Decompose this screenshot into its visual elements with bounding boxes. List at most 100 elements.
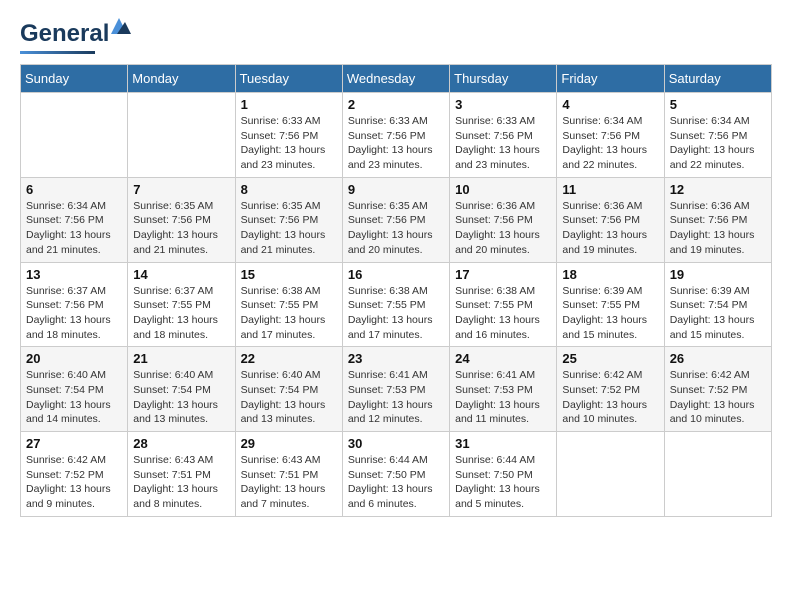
day-info: Sunrise: 6:33 AMSunset: 7:56 PMDaylight:…	[241, 114, 337, 173]
day-number: 2	[348, 97, 444, 112]
calendar-cell: 29Sunrise: 6:43 AMSunset: 7:51 PMDayligh…	[235, 432, 342, 517]
day-info: Sunrise: 6:33 AMSunset: 7:56 PMDaylight:…	[348, 114, 444, 173]
calendar-cell: 17 Sunrise: 6:38 AMSunset: 7:55 PMDayligh…	[450, 262, 557, 347]
day-info: Sunrise: 6:35 AMSunset: 7:56 PMDaylight:…	[241, 199, 337, 258]
logo-bar	[20, 51, 95, 54]
day-info: Sunrise: 6:39 AMSunset: 7:55 PMDaylight:…	[562, 284, 658, 343]
day-number: 11	[562, 182, 658, 197]
day-info: Sunrise: 6:41 AMSunset: 7:53 PMDaylight:…	[348, 368, 444, 427]
day-info: Sunrise: 6:40 AMSunset: 7:54 PMDaylight:…	[133, 368, 229, 427]
calendar-cell: 18 Sunrise: 6:39 AMSunset: 7:55 PMDayligh…	[557, 262, 664, 347]
calendar-cell: 4 Sunrise: 6:34 AMSunset: 7:56 PMDaylight…	[557, 93, 664, 178]
calendar-cell: 3 Sunrise: 6:33 AMSunset: 7:56 PMDaylight…	[450, 93, 557, 178]
day-info: Sunrise: 6:33 AMSunset: 7:56 PMDaylight:…	[455, 114, 551, 173]
day-info: Sunrise: 6:42 AMSunset: 7:52 PMDaylight:…	[670, 368, 766, 427]
calendar-table: SundayMondayTuesdayWednesdayThursdayFrid…	[20, 64, 772, 517]
day-number: 18	[562, 267, 658, 282]
calendar-cell: 12 Sunrise: 6:36 AMSunset: 7:56 PMDayligh…	[664, 177, 771, 262]
day-number: 4	[562, 97, 658, 112]
day-number: 30	[348, 436, 444, 451]
day-info: Sunrise: 6:40 AMSunset: 7:54 PMDaylight:…	[26, 368, 122, 427]
logo: General	[20, 20, 109, 54]
day-info: Sunrise: 6:44 AMSunset: 7:50 PMDaylight:…	[348, 453, 444, 512]
day-header-tuesday: Tuesday	[235, 65, 342, 93]
calendar-cell: 13 Sunrise: 6:37 AMSunset: 7:56 PMDayligh…	[21, 262, 128, 347]
logo-general: General	[20, 20, 109, 47]
day-number: 29	[241, 436, 337, 451]
day-header-thursday: Thursday	[450, 65, 557, 93]
calendar-cell: 15 Sunrise: 6:38 AMSunset: 7:55 PMDayligh…	[235, 262, 342, 347]
day-info: Sunrise: 6:34 AMSunset: 7:56 PMDaylight:…	[562, 114, 658, 173]
calendar-week-row-2: 6Sunrise: 6:34 AMSunset: 7:56 PMDaylight…	[21, 177, 772, 262]
calendar-cell: 27 Sunrise: 6:42 AMSunset: 7:52 PMDayligh…	[21, 432, 128, 517]
day-info: Sunrise: 6:38 AMSunset: 7:55 PMDaylight:…	[241, 284, 337, 343]
calendar-cell: 28 Sunrise: 6:43 AMSunset: 7:51 PMDayligh…	[128, 432, 235, 517]
day-info: Sunrise: 6:35 AMSunset: 7:56 PMDaylight:…	[133, 199, 229, 258]
calendar-cell: 24 Sunrise: 6:41 AMSunset: 7:53 PMDayligh…	[450, 347, 557, 432]
day-number: 1	[241, 97, 337, 112]
day-info: Sunrise: 6:34 AMSunset: 7:56 PMDaylight:…	[670, 114, 766, 173]
day-header-friday: Friday	[557, 65, 664, 93]
day-info: Sunrise: 6:37 AMSunset: 7:56 PMDaylight:…	[26, 284, 122, 343]
day-number: 23	[348, 351, 444, 366]
day-number: 19	[670, 267, 766, 282]
day-header-saturday: Saturday	[664, 65, 771, 93]
day-info: Sunrise: 6:41 AMSunset: 7:53 PMDaylight:…	[455, 368, 551, 427]
calendar-cell: 14 Sunrise: 6:37 AMSunset: 7:55 PMDayligh…	[128, 262, 235, 347]
day-info: Sunrise: 6:43 AMSunset: 7:51 PMDaylight:…	[133, 453, 229, 512]
calendar-week-row-4: 20 Sunrise: 6:40 AMSunset: 7:54 PMDayligh…	[21, 347, 772, 432]
calendar-cell: 25Sunrise: 6:42 AMSunset: 7:52 PMDayligh…	[557, 347, 664, 432]
day-number: 7	[133, 182, 229, 197]
calendar-cell: 2 Sunrise: 6:33 AMSunset: 7:56 PMDaylight…	[342, 93, 449, 178]
day-number: 22	[241, 351, 337, 366]
calendar-cell: 7 Sunrise: 6:35 AMSunset: 7:56 PMDaylight…	[128, 177, 235, 262]
day-number: 17	[455, 267, 551, 282]
calendar-cell	[557, 432, 664, 517]
day-header-monday: Monday	[128, 65, 235, 93]
day-info: Sunrise: 6:36 AMSunset: 7:56 PMDaylight:…	[455, 199, 551, 258]
calendar-week-row-3: 13 Sunrise: 6:37 AMSunset: 7:56 PMDayligh…	[21, 262, 772, 347]
day-info: Sunrise: 6:39 AMSunset: 7:54 PMDaylight:…	[670, 284, 766, 343]
day-number: 31	[455, 436, 551, 451]
day-number: 25	[562, 351, 658, 366]
day-info: Sunrise: 6:38 AMSunset: 7:55 PMDaylight:…	[455, 284, 551, 343]
day-number: 27	[26, 436, 122, 451]
calendar-cell: 9 Sunrise: 6:35 AMSunset: 7:56 PMDaylight…	[342, 177, 449, 262]
day-number: 14	[133, 267, 229, 282]
day-info: Sunrise: 6:38 AMSunset: 7:55 PMDaylight:…	[348, 284, 444, 343]
day-info: Sunrise: 6:40 AMSunset: 7:54 PMDaylight:…	[241, 368, 337, 427]
calendar-cell: 26 Sunrise: 6:42 AMSunset: 7:52 PMDayligh…	[664, 347, 771, 432]
calendar-cell: 8 Sunrise: 6:35 AMSunset: 7:56 PMDaylight…	[235, 177, 342, 262]
calendar-cell: 23 Sunrise: 6:41 AMSunset: 7:53 PMDayligh…	[342, 347, 449, 432]
day-number: 20	[26, 351, 122, 366]
day-number: 6	[26, 182, 122, 197]
calendar-cell	[664, 432, 771, 517]
calendar-cell: 21 Sunrise: 6:40 AMSunset: 7:54 PMDayligh…	[128, 347, 235, 432]
day-number: 12	[670, 182, 766, 197]
day-info: Sunrise: 6:37 AMSunset: 7:55 PMDaylight:…	[133, 284, 229, 343]
day-info: Sunrise: 6:42 AMSunset: 7:52 PMDaylight:…	[26, 453, 122, 512]
day-info: Sunrise: 6:36 AMSunset: 7:56 PMDaylight:…	[670, 199, 766, 258]
day-info: Sunrise: 6:36 AMSunset: 7:56 PMDaylight:…	[562, 199, 658, 258]
day-number: 28	[133, 436, 229, 451]
calendar-cell: 20 Sunrise: 6:40 AMSunset: 7:54 PMDayligh…	[21, 347, 128, 432]
calendar-week-row-5: 27 Sunrise: 6:42 AMSunset: 7:52 PMDayligh…	[21, 432, 772, 517]
day-number: 3	[455, 97, 551, 112]
day-number: 13	[26, 267, 122, 282]
day-number: 26	[670, 351, 766, 366]
day-info: Sunrise: 6:35 AMSunset: 7:56 PMDaylight:…	[348, 199, 444, 258]
day-number: 9	[348, 182, 444, 197]
calendar-cell: 16 Sunrise: 6:38 AMSunset: 7:55 PMDayligh…	[342, 262, 449, 347]
calendar-cell: 31Sunrise: 6:44 AMSunset: 7:50 PMDayligh…	[450, 432, 557, 517]
day-number: 21	[133, 351, 229, 366]
day-header-wednesday: Wednesday	[342, 65, 449, 93]
day-header-sunday: Sunday	[21, 65, 128, 93]
day-number: 15	[241, 267, 337, 282]
day-number: 16	[348, 267, 444, 282]
day-number: 8	[241, 182, 337, 197]
calendar-cell: 19 Sunrise: 6:39 AMSunset: 7:54 PMDayligh…	[664, 262, 771, 347]
calendar-cell: 22 Sunrise: 6:40 AMSunset: 7:54 PMDayligh…	[235, 347, 342, 432]
day-number: 10	[455, 182, 551, 197]
page-header: General	[20, 20, 772, 54]
day-number: 24	[455, 351, 551, 366]
